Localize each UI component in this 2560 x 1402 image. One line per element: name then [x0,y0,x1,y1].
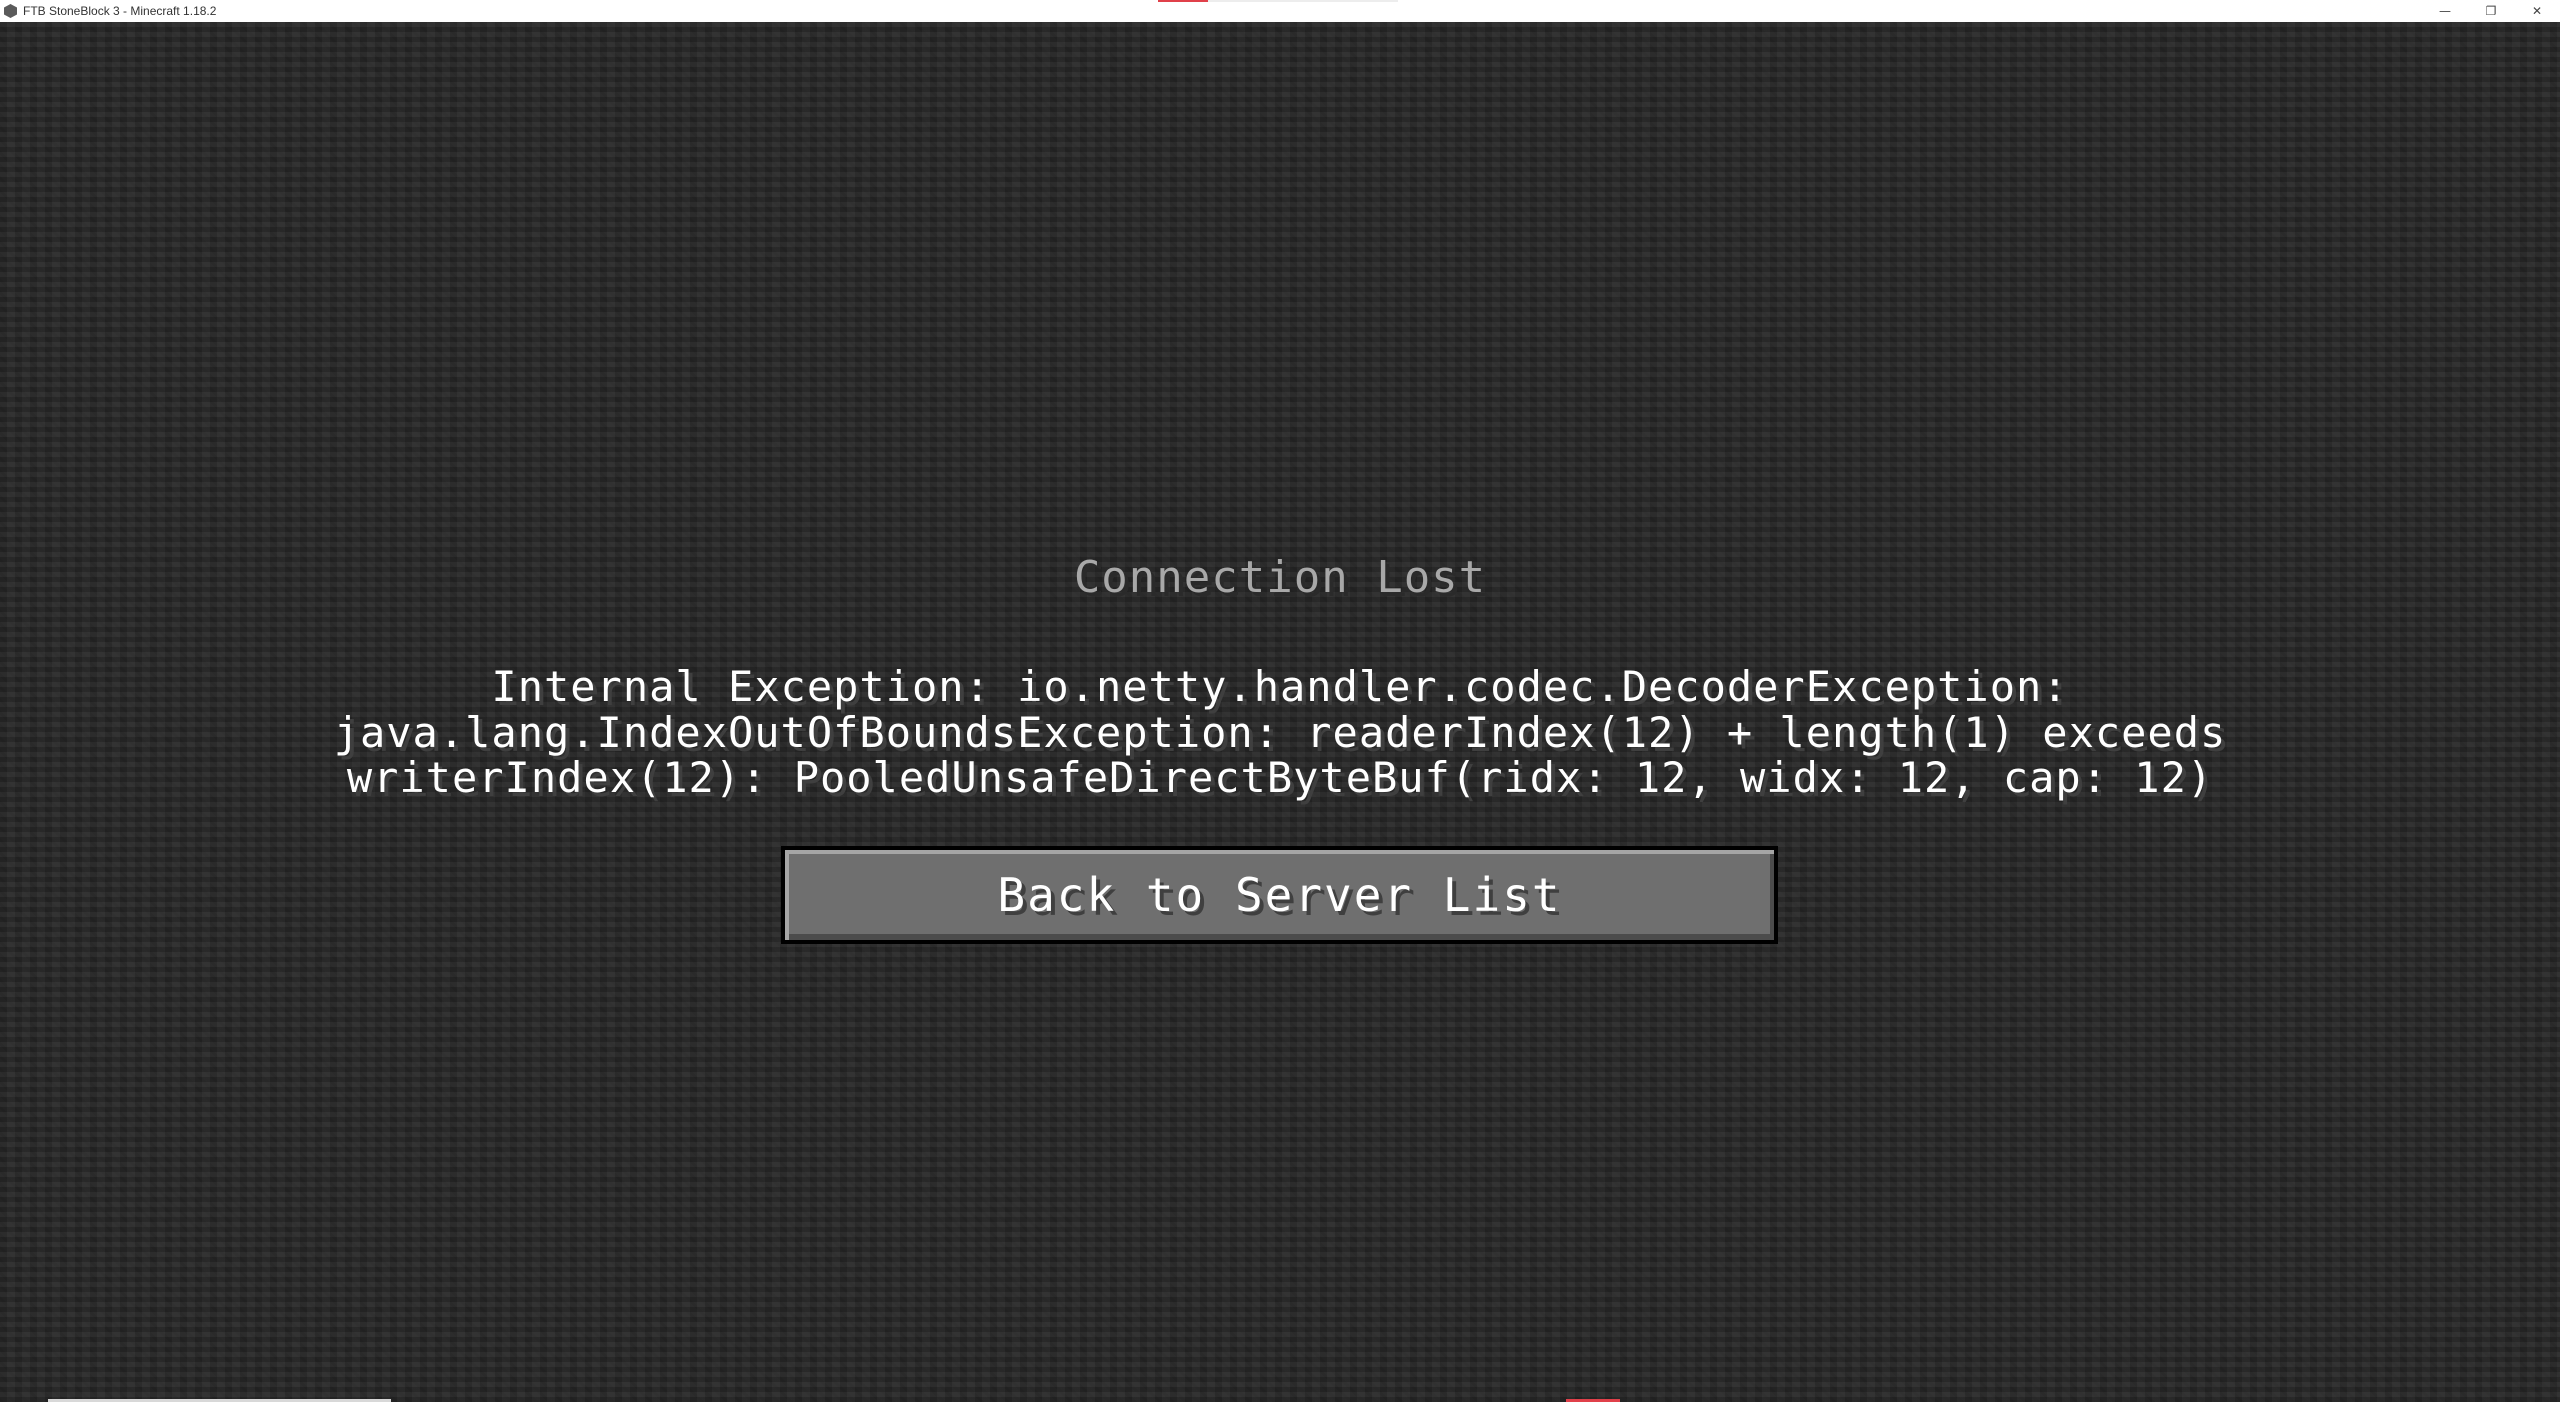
window-controls: — ❐ ✕ [2422,0,2560,22]
back-to-server-list-button[interactable]: Back to Server List [781,846,1778,944]
disconnect-reason-line-3: writerIndex(12): PooledUnsafeDirectByteB… [346,753,2214,802]
minecraft-app-icon [4,4,17,18]
back-button-label: Back to Server List [997,868,1562,922]
restore-button[interactable]: ❐ [2468,0,2514,22]
disconnect-heading: Connection Lost [1073,552,1487,603]
title-bar[interactable]: FTB StoneBlock 3 - Minecraft 1.18.2 — ❐ … [0,0,2560,22]
disconnect-reason-line-2: java.lang.IndexOutOfBoundsException: rea… [333,708,2227,757]
close-button[interactable]: ✕ [2514,0,2560,22]
title-accent-bar [1158,0,1208,2]
minecraft-window: FTB StoneBlock 3 - Minecraft 1.18.2 — ❐ … [0,0,2560,1402]
title-accent-bar-gray [1208,0,1398,2]
game-viewport: Connection Lost Internal Exception: io.n… [0,22,2560,1402]
window-title: FTB StoneBlock 3 - Minecraft 1.18.2 [23,4,217,18]
minimize-icon: — [2439,4,2451,18]
close-icon: ✕ [2531,4,2543,18]
disconnect-reason-line-1: Internal Exception: io.netty.handler.cod… [491,662,2069,711]
minimize-button[interactable]: — [2422,0,2468,22]
restore-icon: ❐ [2485,4,2497,18]
